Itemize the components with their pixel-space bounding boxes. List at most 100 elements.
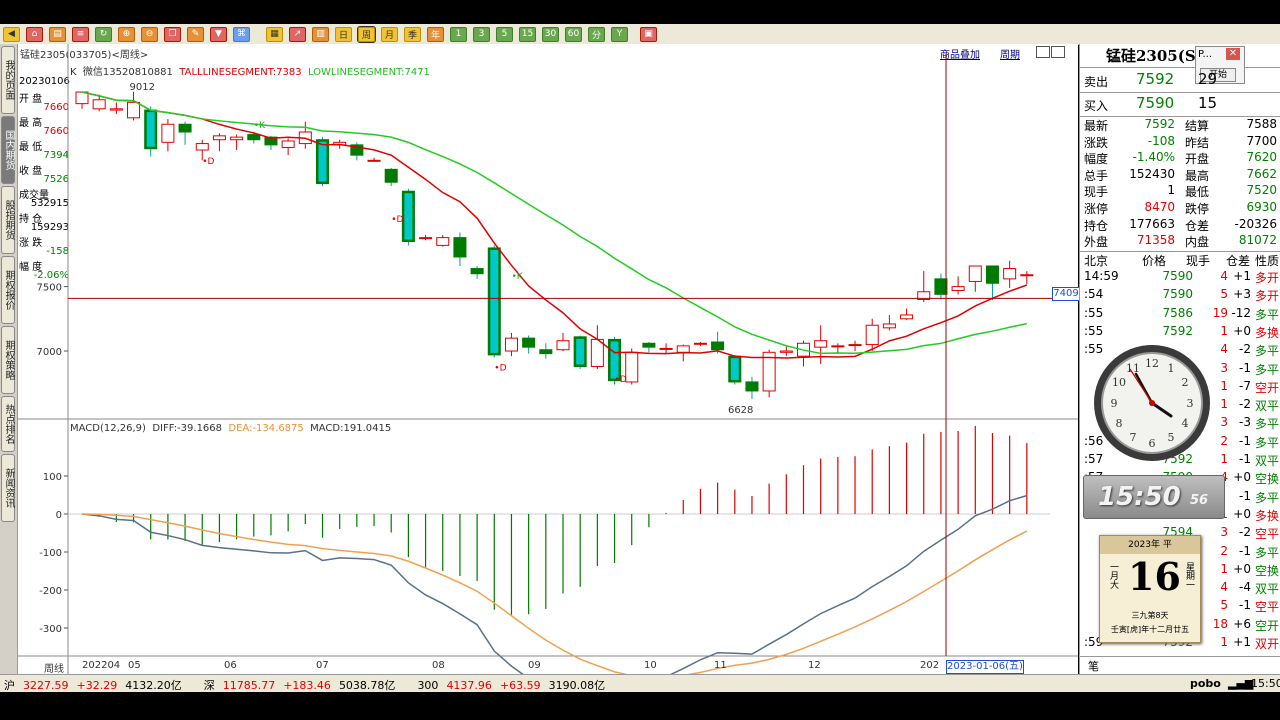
brand-label: pobo: [1190, 677, 1221, 690]
index-name: 300: [417, 679, 439, 692]
tick-d: +0: [1233, 506, 1251, 521]
x-axis-label: 07: [316, 660, 329, 671]
quote-stat-v2: 7520: [1246, 183, 1277, 198]
tick-v: 1: [1220, 397, 1228, 412]
table-icon[interactable]: ▦: [266, 26, 283, 42]
tick-d: -1: [1239, 543, 1251, 558]
marker-k: •K: [511, 272, 523, 282]
x-axis-label: 12: [808, 660, 821, 671]
tick-t: :55: [1084, 323, 1104, 338]
period-day-button[interactable]: 日: [335, 26, 352, 42]
candle-body-highlight: [146, 112, 155, 147]
tick-row[interactable]: :55 7586 19 -12 多平: [1080, 306, 1280, 324]
tab-hot-ranking[interactable]: 热点排名: [1, 396, 15, 452]
sync-icon[interactable]: ↻: [95, 26, 112, 42]
svg-text:12: 12: [1145, 357, 1159, 370]
tab-news[interactable]: 新闻资讯: [1, 454, 15, 522]
period-60min-button[interactable]: 60: [565, 26, 582, 42]
quote-stat-l1: 持仓: [1084, 218, 1109, 233]
quote-stat-row: 幅度 -1.40% 开盘 7620: [1080, 150, 1280, 167]
tick-row[interactable]: 14:59 7590 4 +1 多开: [1080, 269, 1280, 287]
chart-line-icon[interactable]: ↗: [289, 26, 306, 42]
index-quote-1[interactable]: 深 11785.77 +183.46 5038.78亿: [204, 679, 404, 692]
candle-body: [522, 337, 536, 348]
period-month-button[interactable]: 月: [381, 26, 398, 42]
books-icon[interactable]: ▤: [49, 26, 66, 42]
tab-my-page[interactable]: 我的页面: [1, 46, 15, 114]
period-3min-button[interactable]: 3: [473, 26, 490, 42]
candle-body: [178, 123, 192, 133]
tick-d: +3: [1233, 287, 1251, 302]
period-season-button[interactable]: 季: [404, 26, 421, 42]
quote-title: 锰硅2305(SM230: [1080, 44, 1280, 68]
calc-icon[interactable]: ▣: [640, 26, 657, 42]
quote-stat-row: 最新 7592 结算 7588: [1080, 117, 1280, 134]
candle-body: [642, 342, 656, 348]
candle-body: [951, 286, 965, 291]
period-1min-button[interactable]: 1: [450, 26, 467, 42]
chart-area[interactable]: 锰硅2305(033705)<周线> 商品叠加 周期 K 微信135208108…: [18, 44, 1080, 675]
back-arrow-icon[interactable]: ◀: [3, 26, 20, 42]
tick-v: 3: [1220, 360, 1228, 375]
candle-body: [848, 344, 862, 347]
period-y-button[interactable]: Y: [611, 26, 628, 42]
period-tick-button[interactable]: 分: [588, 26, 605, 42]
popup-close-icon[interactable]: ✕: [1226, 48, 1240, 60]
period-week-button[interactable]: 周: [357, 25, 376, 43]
candle-body: [504, 337, 518, 352]
index-a: 5038.78亿: [338, 679, 396, 692]
tick-v: 1: [1220, 452, 1228, 466]
tab-option-strategy[interactable]: 期权策略: [1, 326, 15, 394]
windows-icon[interactable]: ❐: [164, 26, 181, 42]
quote-stat-l2: 仓差: [1185, 218, 1210, 233]
tick-p: 7586: [1162, 305, 1193, 320]
tick-v: 1: [1220, 323, 1228, 338]
period-5min-button[interactable]: 5: [496, 26, 513, 42]
x-axis-label: 202: [920, 660, 939, 671]
quote-stat-v1: 8470: [1144, 200, 1175, 214]
k-line-icon[interactable]: ▥: [312, 26, 329, 42]
tick-n: 多换: [1255, 325, 1280, 340]
ask-row: 卖出 7592 29: [1084, 70, 1218, 89]
quote-stat-row: 持仓 177663 仓差 -20326: [1080, 217, 1280, 234]
crosshair-price-label: 7409: [1052, 287, 1080, 301]
tab-domestic-futures[interactable]: 国内期货: [1, 116, 15, 184]
candle-body: [745, 381, 759, 392]
candle-body: [247, 134, 261, 141]
web-icon[interactable]: ⌘: [233, 26, 250, 42]
svg-text:5: 5: [1168, 431, 1175, 444]
home-icon[interactable]: ⌂: [26, 26, 43, 42]
tab-index-futures[interactable]: 股指期货: [1, 186, 15, 254]
tick-v: 4: [1220, 269, 1228, 283]
period-15min-button[interactable]: 15: [519, 26, 536, 42]
tick-row[interactable]: :55 7592 1 +0 多换: [1080, 324, 1280, 342]
tab-option-quotes[interactable]: 期权报价: [1, 256, 15, 324]
digital-clock-widget: 15:50 56: [1083, 475, 1225, 519]
pen-icon[interactable]: ✎: [187, 26, 204, 42]
index-a: 3190.08亿: [548, 679, 606, 692]
candle-body-highlight: [490, 249, 499, 353]
filter-icon[interactable]: ▼: [210, 26, 227, 42]
index-quote-2[interactable]: 300 4137.96 +63.59 3190.08亿: [417, 679, 613, 692]
candle-body-highlight: [318, 141, 327, 182]
status-clock: 15:50: [1251, 677, 1280, 690]
tick-row[interactable]: :54 7590 5 +3 多开: [1080, 287, 1280, 305]
period-year-button[interactable]: 年: [427, 26, 444, 42]
quote-stat-v2: 7662: [1246, 166, 1277, 181]
svg-text:2: 2: [1182, 376, 1189, 389]
candle-body: [882, 323, 896, 329]
quote-stat-row: 涨跌 -108 昨结 7700: [1080, 134, 1280, 151]
period-30min-button[interactable]: 30: [542, 26, 559, 42]
refresh-icon[interactable]: ≡: [72, 26, 89, 42]
window-bottom-bar: [0, 692, 1280, 720]
tick-n: 多开: [1255, 271, 1280, 285]
index-quote-0[interactable]: 沪 3227.59 +32.29 4132.20亿: [4, 679, 190, 692]
marker-d: •D: [494, 363, 506, 373]
candle-body: [900, 314, 914, 320]
index-c: +63.59: [499, 679, 541, 692]
zoom-out-icon[interactable]: ⊖: [141, 26, 158, 42]
x-axis-label: 202204: [82, 660, 120, 671]
candlestick-chart[interactable]: 7500 7000 9012 6628 •D •D •D •D •K •K 100 0 -100 -200…: [18, 44, 1078, 674]
zoom-in-icon[interactable]: ⊕: [118, 26, 135, 42]
tick-d: -4: [1239, 580, 1251, 595]
